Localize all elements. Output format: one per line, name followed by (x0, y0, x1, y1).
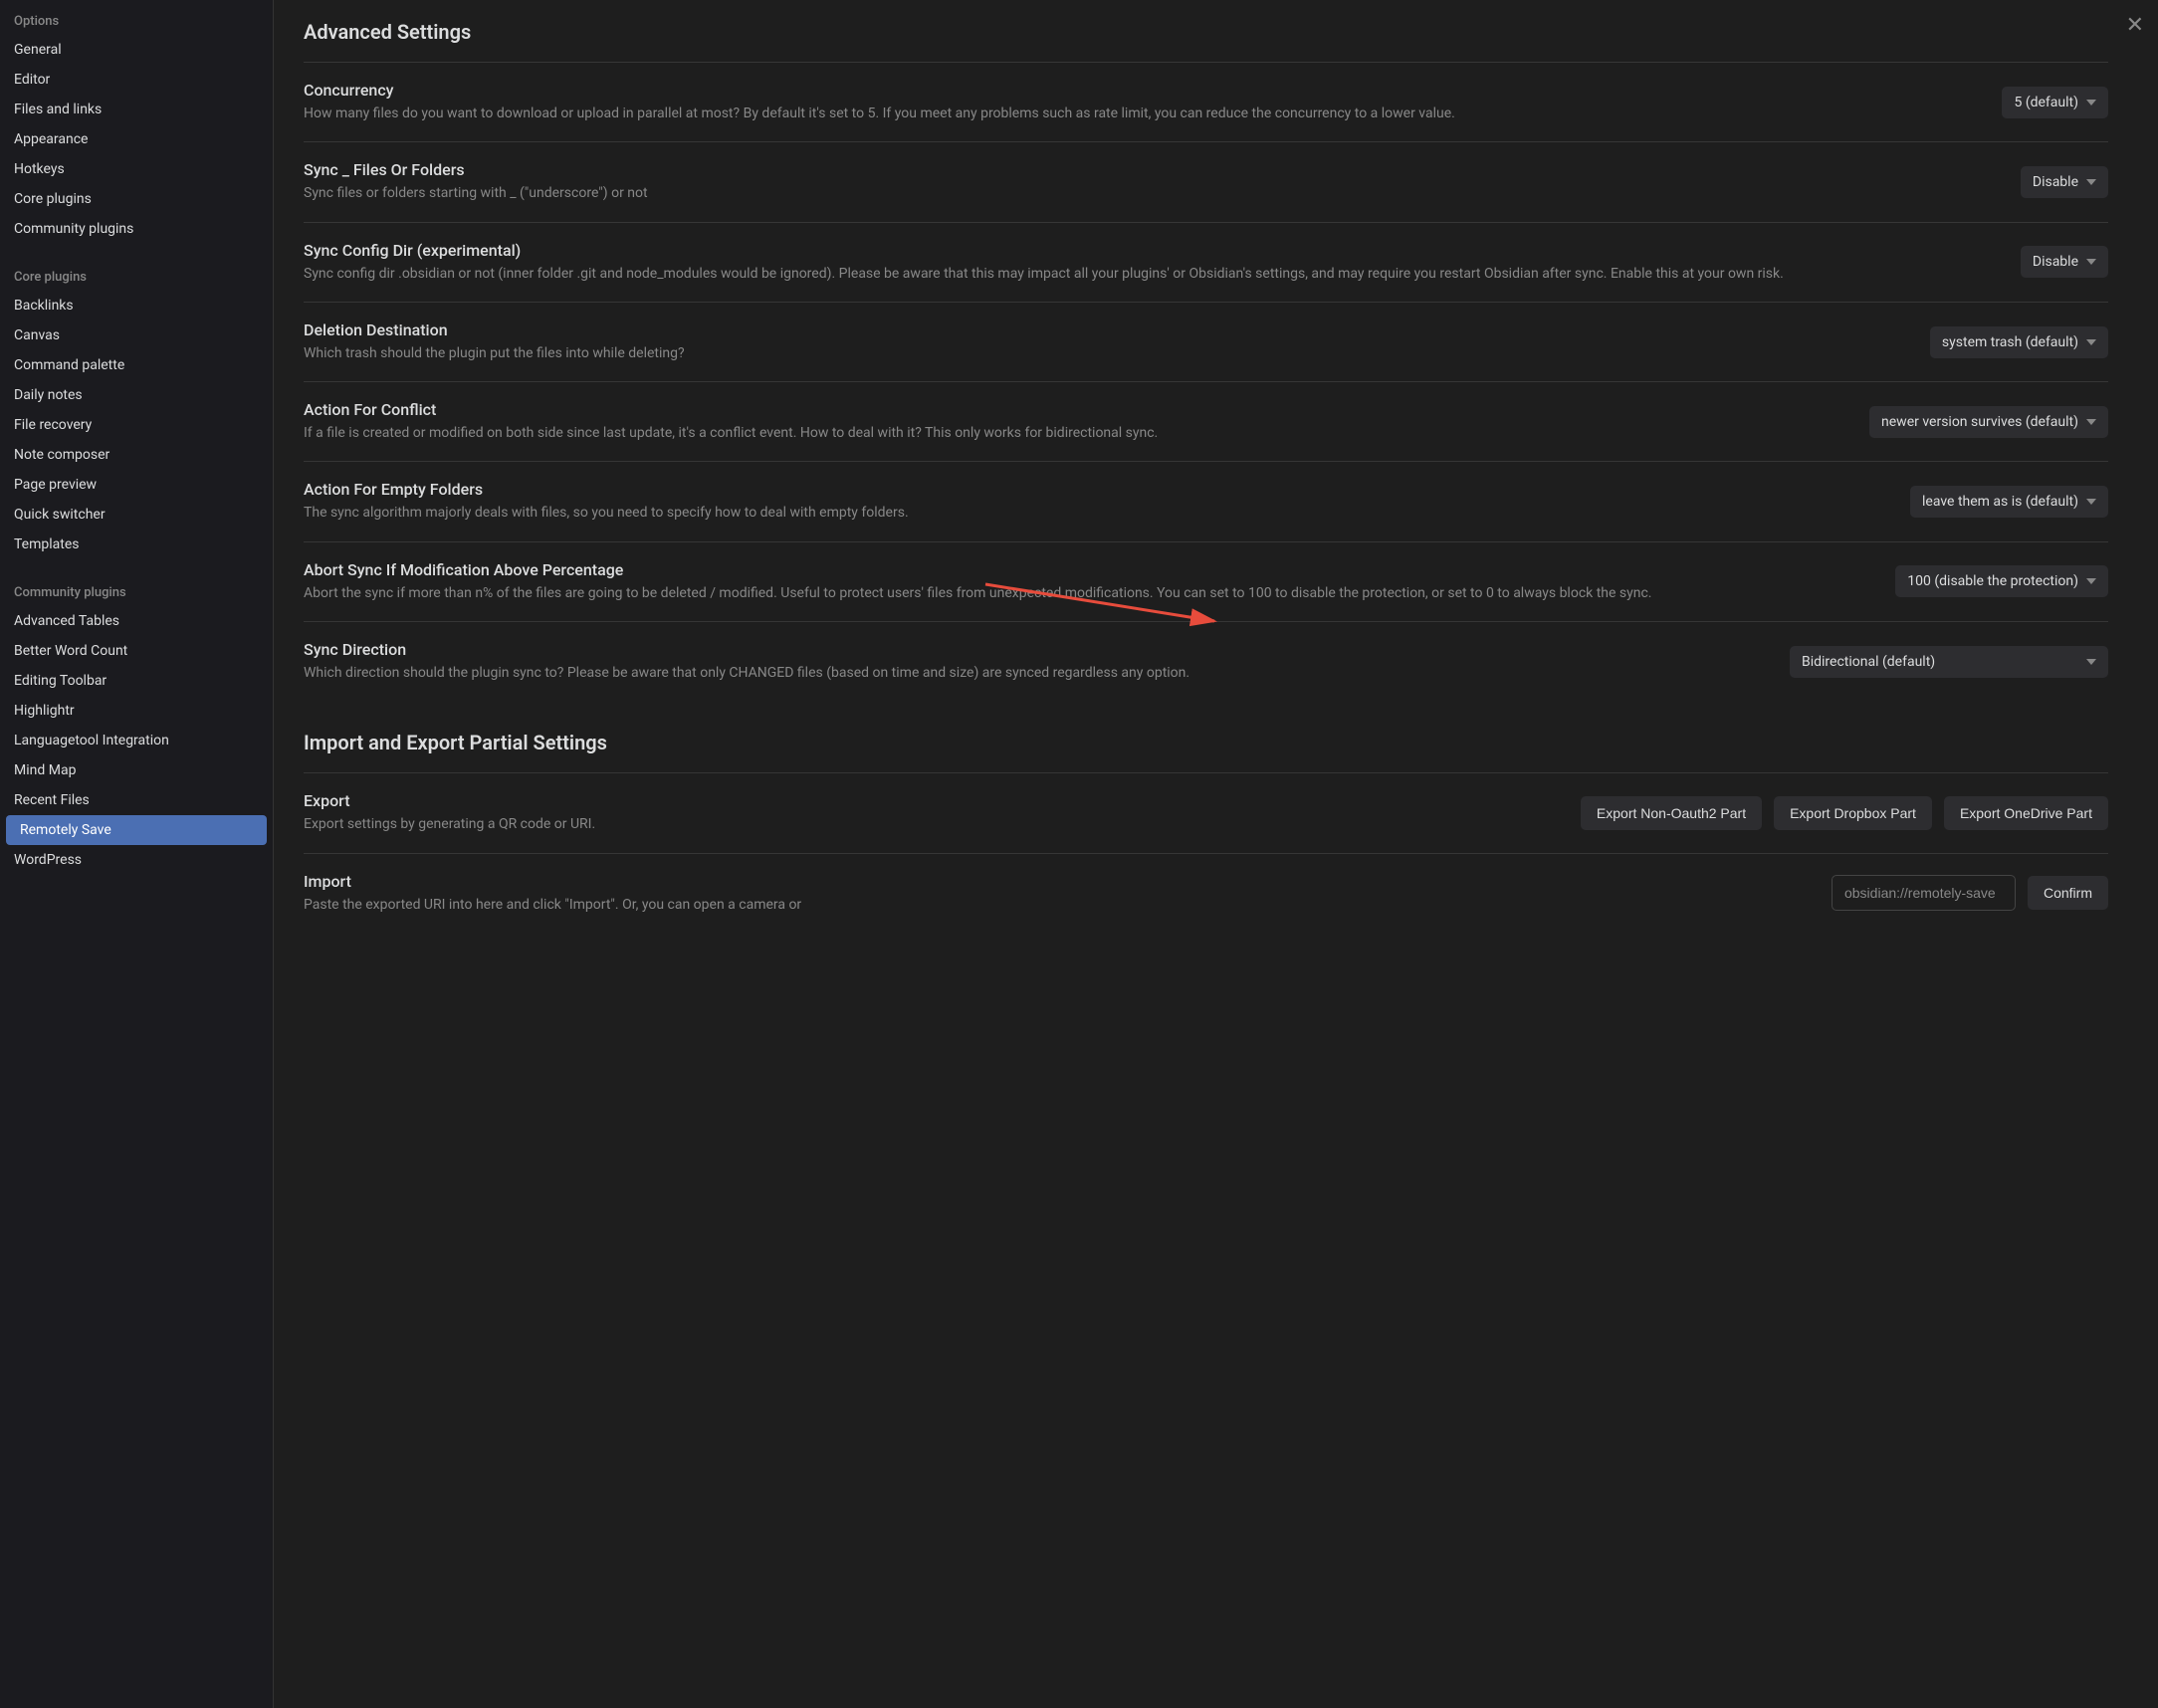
export-button[interactable]: Export Non-Oauth2 Part (1581, 796, 1762, 830)
dropdown-value: Disable (2033, 174, 2078, 190)
dropdown-value: 5 (default) (2014, 95, 2078, 110)
section-title-import-export: Import and Export Partial Settings (304, 731, 2108, 754)
sidebar-item-backlinks[interactable]: Backlinks (0, 291, 273, 320)
sidebar-heading-options: Options (0, 8, 273, 35)
setting-desc: If a file is created or modified on both… (304, 423, 1849, 443)
sidebar-item-languagetool-integration[interactable]: Languagetool Integration (0, 726, 273, 755)
setting-dropdown[interactable]: Disable (2021, 246, 2108, 278)
sidebar-item-templates[interactable]: Templates (0, 530, 273, 559)
dropdown-value: Bidirectional (default) (1802, 654, 1935, 670)
sidebar-item-recent-files[interactable]: Recent Files (0, 785, 273, 815)
setting-desc: Sync config dir .obsidian or not (inner … (304, 264, 2001, 284)
setting-title: Export (304, 791, 1561, 810)
chevron-down-icon (2086, 339, 2096, 345)
sidebar-item-quick-switcher[interactable]: Quick switcher (0, 500, 273, 530)
setting-title: Import (304, 872, 1812, 891)
sidebar-item-hotkeys[interactable]: Hotkeys (0, 154, 273, 184)
sidebar-item-files-and-links[interactable]: Files and links (0, 95, 273, 124)
dropdown-value: leave them as is (default) (1922, 494, 2078, 510)
setting-dropdown[interactable]: 100 (disable the protection) (1895, 565, 2108, 597)
setting-row: Action For Empty Folders The sync algorit… (304, 461, 2108, 540)
setting-export: Export Export settings by generating a Q… (304, 772, 2108, 852)
dropdown-value: Disable (2033, 254, 2078, 270)
chevron-down-icon (2086, 179, 2096, 185)
sidebar-item-daily-notes[interactable]: Daily notes (0, 380, 273, 410)
sidebar-item-community-plugins[interactable]: Community plugins (0, 214, 273, 244)
confirm-button[interactable]: Confirm (2028, 876, 2108, 910)
export-button[interactable]: Export OneDrive Part (1944, 796, 2108, 830)
setting-dropdown[interactable]: 5 (default) (2002, 87, 2108, 118)
sidebar-item-command-palette[interactable]: Command palette (0, 350, 273, 380)
setting-desc: Abort the sync if more than n% of the fi… (304, 583, 1875, 603)
setting-row: Action For Conflict If a file is created … (304, 381, 2108, 461)
setting-desc: Sync files or folders starting with _ ("… (304, 183, 2001, 203)
setting-import: Import Paste the exported URI into here … (304, 853, 2108, 933)
sidebar-item-file-recovery[interactable]: File recovery (0, 410, 273, 440)
setting-desc: Which trash should the plugin put the fi… (304, 343, 1910, 363)
sidebar-item-canvas[interactable]: Canvas (0, 320, 273, 350)
setting-title: Action For Empty Folders (304, 480, 1890, 499)
sidebar-item-page-preview[interactable]: Page preview (0, 470, 273, 500)
setting-title: Concurrency (304, 81, 1982, 100)
setting-desc: The sync algorithm majorly deals with fi… (304, 503, 1890, 523)
export-button[interactable]: Export Dropbox Part (1774, 796, 1932, 830)
sidebar-item-editor[interactable]: Editor (0, 65, 273, 95)
sidebar-item-advanced-tables[interactable]: Advanced Tables (0, 606, 273, 636)
sidebar-item-general[interactable]: General (0, 35, 273, 65)
sidebar-heading-community: Community plugins (0, 579, 273, 606)
setting-title: Abort Sync If Modification Above Percent… (304, 560, 1875, 579)
setting-title: Action For Conflict (304, 400, 1849, 419)
setting-desc: Export settings by generating a QR code … (304, 814, 1561, 834)
setting-title: Sync Config Dir (experimental) (304, 241, 2001, 260)
setting-dropdown[interactable]: newer version survives (default) (1869, 406, 2108, 438)
setting-row: Abort Sync If Modification Above Percent… (304, 541, 2108, 621)
setting-row: Deletion Destination Which trash should t… (304, 302, 2108, 381)
setting-desc: How many files do you want to download o… (304, 104, 1982, 123)
settings-content: ✕ Advanced Settings Concurrency How many … (274, 0, 2158, 1708)
dropdown-value: system trash (default) (1942, 334, 2078, 350)
sidebar-item-appearance[interactable]: Appearance (0, 124, 273, 154)
chevron-down-icon (2086, 259, 2096, 265)
dropdown-value: newer version survives (default) (1881, 414, 2078, 430)
setting-row: Sync Direction Which direction should the… (304, 621, 2108, 701)
settings-sidebar: Options GeneralEditorFiles and linksAppe… (0, 0, 274, 1708)
setting-title: Sync Direction (304, 640, 1770, 659)
chevron-down-icon (2086, 100, 2096, 106)
dropdown-value: 100 (disable the protection) (1907, 573, 2078, 589)
sidebar-item-editing-toolbar[interactable]: Editing Toolbar (0, 666, 273, 696)
sidebar-item-highlightr[interactable]: Highlightr (0, 696, 273, 726)
setting-title: Deletion Destination (304, 320, 1910, 339)
sidebar-heading-core: Core plugins (0, 264, 273, 291)
chevron-down-icon (2086, 499, 2096, 505)
setting-dropdown[interactable]: Bidirectional (default) (1790, 646, 2108, 678)
sidebar-item-remotely-save[interactable]: Remotely Save (6, 815, 267, 845)
section-title-advanced: Advanced Settings (304, 20, 2108, 44)
setting-dropdown[interactable]: system trash (default) (1930, 326, 2108, 358)
setting-row: Sync Config Dir (experimental) Sync confi… (304, 222, 2108, 302)
setting-row: Concurrency How many files do you want to… (304, 62, 2108, 141)
chevron-down-icon (2086, 419, 2096, 425)
setting-dropdown[interactable]: leave them as is (default) (1910, 486, 2108, 518)
setting-dropdown[interactable]: Disable (2021, 166, 2108, 198)
sidebar-item-mind-map[interactable]: Mind Map (0, 755, 273, 785)
sidebar-item-wordpress[interactable]: WordPress (0, 845, 273, 875)
setting-desc: Which direction should the plugin sync t… (304, 663, 1770, 683)
setting-desc: Paste the exported URI into here and cli… (304, 895, 1812, 915)
sidebar-item-better-word-count[interactable]: Better Word Count (0, 636, 273, 666)
setting-title: Sync _ Files Or Folders (304, 160, 2001, 179)
close-icon[interactable]: ✕ (2126, 12, 2144, 38)
chevron-down-icon (2086, 578, 2096, 584)
setting-row: Sync _ Files Or Folders Sync files or fol… (304, 141, 2108, 221)
sidebar-item-note-composer[interactable]: Note composer (0, 440, 273, 470)
sidebar-item-core-plugins[interactable]: Core plugins (0, 184, 273, 214)
import-uri-input[interactable] (1832, 875, 2016, 911)
chevron-down-icon (2086, 659, 2096, 665)
